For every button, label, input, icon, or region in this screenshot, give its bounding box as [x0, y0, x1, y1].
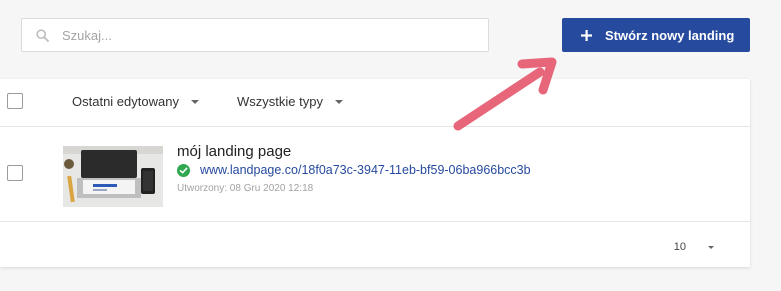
create-landing-button[interactable]: Stwórz nowy landing: [562, 18, 750, 52]
caret-down-icon: [334, 99, 343, 104]
landing-url-line: www.landpage.co/18f0a73c-3947-11eb-bf59-…: [177, 163, 531, 177]
search-icon: [22, 19, 62, 51]
type-filter-label: Wszystkie typy: [237, 94, 323, 109]
per-page-select[interactable]: 10: [674, 241, 714, 253]
landing-list-panel: Ostatni edytowany Wszystkie typy mój lan…: [0, 79, 750, 267]
select-all-checkbox[interactable]: [7, 93, 23, 109]
created-date: Utworzony: 08 Gru 2020 12:18: [177, 183, 314, 194]
landing-title[interactable]: mój landing page: [177, 143, 291, 160]
search-box[interactable]: [21, 18, 489, 52]
landing-thumbnail[interactable]: [63, 146, 163, 207]
sort-dropdown-label: Ostatni edytowany: [72, 94, 179, 109]
check-circle-icon: [177, 163, 190, 177]
caret-down-icon: [708, 245, 714, 249]
sort-dropdown[interactable]: Ostatni edytowany: [72, 94, 199, 109]
row-checkbox[interactable]: [7, 165, 23, 181]
search-input[interactable]: [62, 20, 472, 50]
landing-url-link[interactable]: www.landpage.co/18f0a73c-3947-11eb-bf59-…: [200, 163, 531, 177]
landing-row: mój landing page www.landpage.co/18f0a73…: [0, 127, 750, 222]
create-landing-label: Stwórz nowy landing: [605, 27, 735, 43]
caret-down-icon: [190, 99, 199, 104]
list-toolbar: Ostatni edytowany Wszystkie typy: [0, 79, 750, 127]
type-filter-dropdown[interactable]: Wszystkie typy: [237, 94, 343, 109]
plus-icon: [580, 29, 593, 42]
per-page-value: 10: [673, 241, 686, 253]
